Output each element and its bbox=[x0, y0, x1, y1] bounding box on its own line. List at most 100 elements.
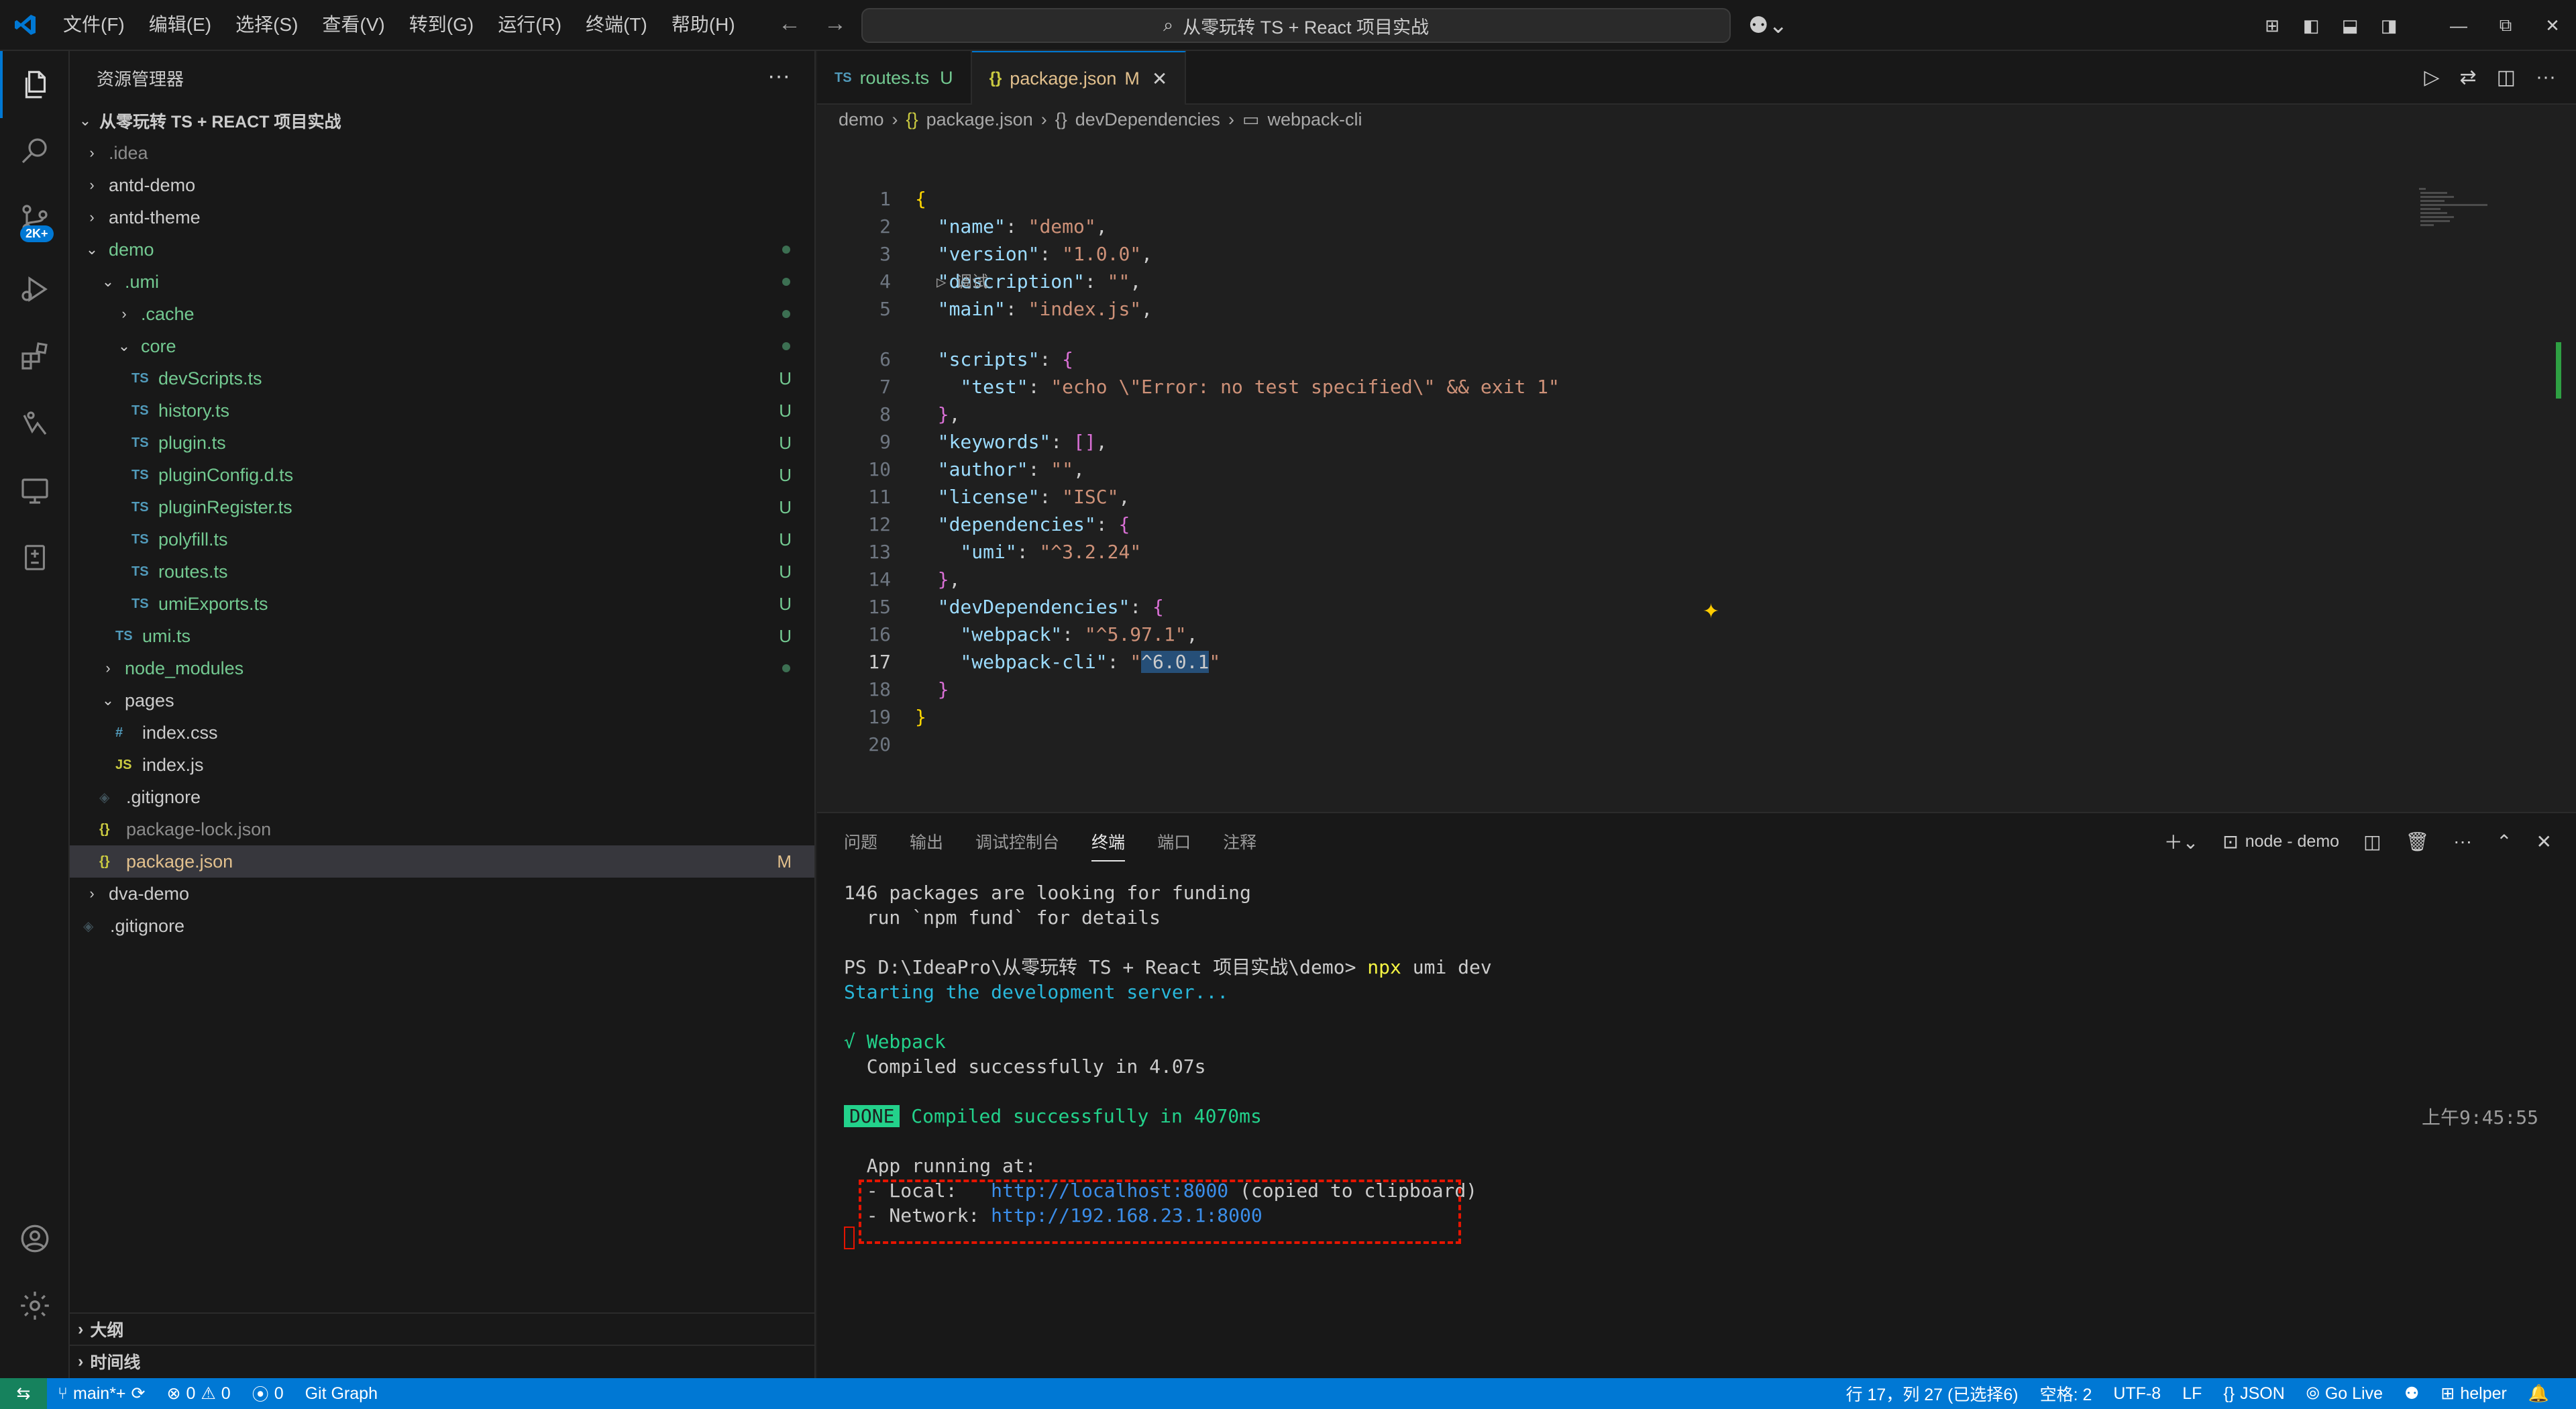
breadcrumb-item[interactable]: demo bbox=[839, 109, 884, 130]
panel-tab[interactable]: 输出 bbox=[910, 829, 943, 853]
more-actions-icon[interactable]: ··· bbox=[2536, 66, 2556, 89]
minimize-icon[interactable]: — bbox=[2435, 15, 2482, 36]
language-mode[interactable]: {} JSON bbox=[2212, 1384, 2295, 1404]
menu-item[interactable]: 帮助(H) bbox=[659, 0, 747, 50]
folder-item[interactable]: ⌄ demo bbox=[70, 233, 814, 266]
cursor-position[interactable]: 行 17，列 27 (已选择6) bbox=[1835, 1381, 2029, 1406]
file-item[interactable]: {} package-lock.json bbox=[70, 813, 814, 845]
panel-tab[interactable]: 问题 bbox=[844, 829, 877, 853]
toggle-panel-icon[interactable]: ⬓ bbox=[2330, 15, 2369, 36]
account-icon[interactable] bbox=[0, 1205, 70, 1272]
folder-item[interactable]: ⌄ core bbox=[70, 330, 814, 362]
file-item[interactable]: ◈ .gitignore bbox=[70, 781, 814, 813]
folder-item[interactable]: › node_modules bbox=[70, 652, 814, 684]
trash-icon[interactable]: 🗑 bbox=[2406, 831, 2430, 853]
file-item[interactable]: TS pluginRegister.ts U bbox=[70, 491, 814, 523]
menu-item[interactable]: 查看(V) bbox=[310, 0, 396, 50]
file-item[interactable]: TS plugin.ts U bbox=[70, 427, 814, 459]
forward-arrow-icon[interactable]: → bbox=[824, 11, 847, 37]
indentation[interactable]: 空格: 2 bbox=[2029, 1381, 2103, 1406]
problems-indicator[interactable]: ⊗ 0 ⚠ 0 bbox=[156, 1384, 241, 1404]
git-graph-button[interactable]: Git Graph bbox=[294, 1384, 388, 1404]
split-terminal-icon[interactable]: ◫ bbox=[2363, 831, 2381, 853]
panel-tab[interactable]: 端口 bbox=[1157, 829, 1191, 853]
settings-gear-icon[interactable] bbox=[0, 1272, 70, 1339]
file-item[interactable]: # index.css bbox=[70, 717, 814, 749]
tab-routes-ts[interactable]: TS routes.ts U bbox=[817, 51, 972, 105]
file-item[interactable]: TS polyfill.ts U bbox=[70, 523, 814, 556]
search-icon[interactable] bbox=[0, 118, 70, 185]
folder-item[interactable]: ⌄ .umi bbox=[70, 266, 814, 298]
folder-item[interactable]: › .idea bbox=[70, 137, 814, 169]
folder-item[interactable]: ⌄ pages bbox=[70, 684, 814, 717]
run-icon[interactable]: ▷ bbox=[2424, 66, 2439, 89]
folder-item[interactable]: › dva-demo bbox=[70, 878, 814, 910]
close-window-icon[interactable]: ✕ bbox=[2529, 15, 2576, 36]
eol[interactable]: LF bbox=[2171, 1384, 2212, 1404]
layout-customize-icon[interactable]: ⊞ bbox=[2253, 15, 2292, 36]
file-item[interactable]: TS routes.ts U bbox=[70, 556, 814, 588]
copilot-status-icon[interactable]: ⚉ bbox=[2394, 1384, 2430, 1404]
menu-item[interactable]: 终端(T) bbox=[574, 0, 659, 50]
terminal-instance[interactable]: ⊡ node - demo bbox=[2222, 831, 2339, 853]
extensions-icon[interactable] bbox=[0, 323, 70, 390]
split-editor-icon[interactable]: ◫ bbox=[2497, 66, 2516, 89]
file-item[interactable]: TS umi.ts U bbox=[70, 620, 814, 652]
helper-button[interactable]: ⊞ helper bbox=[2430, 1384, 2517, 1404]
breadcrumb-item[interactable]: package.json bbox=[926, 109, 1033, 130]
tab-package-json[interactable]: {} package.json M ✕ bbox=[971, 51, 1187, 105]
go-live-button[interactable]: ⦾ Go Live bbox=[2296, 1384, 2394, 1404]
testing-icon[interactable] bbox=[0, 390, 70, 457]
compare-changes-icon[interactable]: ⇄ bbox=[2460, 66, 2477, 89]
menu-item[interactable]: 选择(S) bbox=[223, 0, 310, 50]
encoding[interactable]: UTF-8 bbox=[2102, 1384, 2171, 1404]
file-item[interactable]: TS umiExports.ts U bbox=[70, 588, 814, 620]
close-tab-icon[interactable]: ✕ bbox=[1152, 68, 1167, 90]
menu-item[interactable]: 文件(F) bbox=[51, 0, 137, 50]
close-panel-icon[interactable]: ✕ bbox=[2536, 831, 2552, 853]
notes-icon[interactable] bbox=[0, 524, 70, 591]
toggle-secondary-sidebar-icon[interactable]: ◨ bbox=[2369, 15, 2408, 36]
back-arrow-icon[interactable]: ← bbox=[778, 11, 801, 37]
remote-explorer-icon[interactable] bbox=[0, 457, 70, 524]
file-item[interactable]: {} package.json M bbox=[70, 845, 814, 878]
more-actions-icon[interactable]: ··· bbox=[767, 63, 790, 89]
folder-item[interactable]: › antd-demo bbox=[70, 169, 814, 201]
outline-section[interactable]: › 大纲 bbox=[70, 1312, 814, 1345]
panel-tab[interactable]: 注释 bbox=[1223, 829, 1256, 853]
file-item[interactable]: ◈ .gitignore bbox=[70, 910, 814, 942]
restore-icon[interactable]: ⧉ bbox=[2482, 15, 2529, 36]
file-item[interactable]: TS devScripts.ts U bbox=[70, 362, 814, 395]
toggle-sidebar-icon[interactable]: ◧ bbox=[2292, 15, 2330, 36]
menu-item[interactable]: 运行(R) bbox=[486, 0, 574, 50]
folder-item[interactable]: › .cache bbox=[70, 298, 814, 330]
run-debug-icon[interactable] bbox=[0, 256, 70, 323]
file-item[interactable]: TS history.ts U bbox=[70, 395, 814, 427]
folder-item[interactable]: › antd-theme bbox=[70, 201, 814, 233]
breadcrumb-item[interactable]: devDependencies bbox=[1075, 109, 1220, 130]
panel-tab[interactable]: 终端 bbox=[1091, 829, 1126, 862]
command-center-search[interactable]: ⌕ 从零玩转 TS + React 项目实战 bbox=[861, 8, 1731, 43]
minimap[interactable] bbox=[2415, 185, 2496, 232]
workspace-root[interactable]: ⌄ 从零玩转 TS + REACT 项目实战 bbox=[70, 105, 814, 137]
more-actions-icon[interactable]: ··· bbox=[2453, 831, 2472, 852]
modified-dot-icon bbox=[782, 278, 790, 286]
ports-indicator[interactable]: ⦿ 0 bbox=[241, 1381, 294, 1406]
explorer-icon[interactable] bbox=[0, 51, 70, 118]
file-item[interactable]: TS pluginConfig.d.ts U bbox=[70, 459, 814, 491]
menu-item[interactable]: 编辑(E) bbox=[137, 0, 223, 50]
timeline-section[interactable]: › 时间线 bbox=[70, 1345, 814, 1377]
menu-item[interactable]: 转到(G) bbox=[397, 0, 486, 50]
maximize-panel-icon[interactable]: ⌃ bbox=[2496, 831, 2512, 853]
source-control-icon[interactable]: 2K+ bbox=[0, 185, 70, 252]
breadcrumb-item[interactable]: webpack-cli bbox=[1267, 109, 1362, 130]
sparkle-icon[interactable]: ✦ bbox=[1703, 600, 1719, 623]
notifications-bell-icon[interactable]: 🔔 bbox=[2518, 1384, 2560, 1404]
branch-indicator[interactable]: ⑂ main*+ ⟳ bbox=[47, 1384, 156, 1404]
new-terminal-icon[interactable]: ＋⌄ bbox=[2164, 828, 2198, 855]
file-item[interactable]: JS index.js bbox=[70, 749, 814, 781]
debug-codelens[interactable]: ▷ 调试 bbox=[936, 268, 988, 292]
panel-tab[interactable]: 调试控制台 bbox=[975, 829, 1059, 853]
copilot-icon[interactable]: ⚉⌄ bbox=[1748, 12, 1788, 39]
remote-icon[interactable]: ⇆ bbox=[0, 1378, 47, 1409]
